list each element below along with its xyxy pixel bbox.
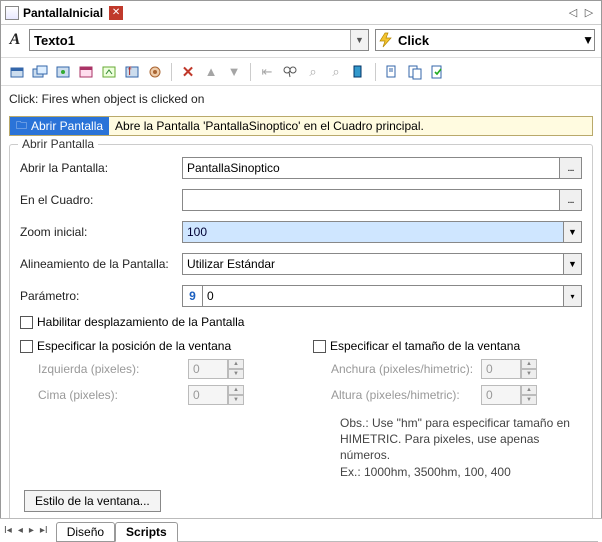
frame-browse-button[interactable]: ...	[560, 189, 582, 211]
top-label: Cima (pixeles):	[38, 388, 188, 402]
top-input	[188, 385, 228, 405]
specify-position-checkbox[interactable]	[20, 340, 33, 353]
tb-btn-7[interactable]	[145, 62, 165, 82]
action-description: Abre la Pantalla 'PantallaSinoptico' en …	[109, 119, 430, 133]
observation-text: Obs.: Use "hm" para especificar tamaño e…	[340, 415, 590, 480]
tab-scripts[interactable]: Scripts	[115, 522, 178, 542]
tb-btn-6[interactable]: f	[122, 62, 142, 82]
object-dropdown-button[interactable]: ▼	[350, 30, 368, 50]
zoom-dropdown-button[interactable]: ▼	[564, 221, 582, 243]
bookmark-button[interactable]	[349, 62, 369, 82]
specify-size-label: Especificar el tamaño de la ventana	[330, 339, 520, 353]
toolbar: f ✕ ▲ ▼ ⇤ ⌕ ⌕	[1, 58, 601, 86]
object-name-input[interactable]	[30, 30, 350, 50]
paste-button[interactable]	[405, 62, 425, 82]
indent-left-button: ⇤	[257, 62, 277, 82]
doc-icon	[5, 6, 19, 20]
width-spin-up: ▲	[521, 359, 537, 369]
window-style-button[interactable]: Estilo de la ventana...	[24, 490, 161, 512]
specify-position-label: Especificar la posición de la ventana	[37, 339, 231, 353]
close-tab-button[interactable]: ✕	[109, 6, 123, 20]
width-input	[481, 359, 521, 379]
param-label: Parámetro:	[20, 289, 182, 303]
window-title: PantallaInicial	[23, 6, 103, 20]
width-spin-down: ▼	[521, 369, 537, 379]
copy-button[interactable]	[382, 62, 402, 82]
open-screen-input[interactable]	[182, 157, 560, 179]
frame-input[interactable]	[182, 189, 560, 211]
event-hint: Click: Fires when object is clicked on	[1, 86, 601, 112]
align-input[interactable]	[182, 253, 564, 275]
zoom-label: Zoom inicial:	[20, 225, 182, 239]
delete-button[interactable]: ✕	[178, 62, 198, 82]
action-name: Abrir Pantalla	[31, 119, 103, 133]
top-spin-up: ▲	[228, 385, 244, 395]
height-label: Altura (pixeles/himetric):	[331, 388, 481, 402]
lightning-icon	[378, 32, 394, 48]
param-index: 9	[182, 285, 202, 307]
height-input	[481, 385, 521, 405]
height-spin-up: ▲	[521, 385, 537, 395]
tab-nav-next[interactable]: ▸	[29, 525, 34, 536]
tb-btn-4[interactable]	[76, 62, 96, 82]
next-tab-arrow[interactable]: ▷	[584, 6, 594, 19]
tab-design[interactable]: Diseño	[56, 522, 115, 542]
height-spin-down: ▼	[521, 395, 537, 405]
align-label: Alineamiento de la Pantalla:	[20, 257, 182, 271]
left-spin-up: ▲	[228, 359, 244, 369]
frame-label: En el Cuadro:	[20, 193, 182, 207]
event-selector[interactable]: Click ▼	[375, 29, 595, 51]
align-dropdown-button[interactable]: ▼	[564, 253, 582, 275]
object-type-icon: A	[7, 31, 23, 49]
prev-tab-arrow[interactable]: ◁	[568, 6, 578, 19]
left-label: Izquierda (pixeles):	[38, 362, 188, 376]
object-selector[interactable]: ▼	[29, 29, 369, 51]
specify-size-checkbox[interactable]	[313, 340, 326, 353]
param-input[interactable]	[202, 285, 564, 307]
group-title: Abrir Pantalla	[18, 137, 98, 151]
tab-nav-prev[interactable]: ◂	[18, 525, 23, 536]
open-screen-browse-button[interactable]: ...	[560, 157, 582, 179]
tb-btn-5[interactable]	[99, 62, 119, 82]
enable-scroll-label: Habilitar desplazamiento de la Pantalla	[37, 315, 244, 329]
event-dropdown-button[interactable]: ▼	[582, 33, 594, 47]
find-next-button: ⌕	[303, 62, 323, 82]
move-up-button: ▲	[201, 62, 221, 82]
width-label: Anchura (pixeles/himetric):	[331, 362, 481, 376]
find-button[interactable]	[280, 62, 300, 82]
enable-scroll-checkbox[interactable]	[20, 316, 33, 329]
left-input	[188, 359, 228, 379]
tb-btn-3[interactable]	[53, 62, 73, 82]
zoom-input[interactable]	[182, 221, 564, 243]
tb-btn-1[interactable]	[7, 62, 27, 82]
tab-nav-first[interactable]: I◂	[4, 525, 12, 536]
tb-btn-2[interactable]	[30, 62, 50, 82]
replace-button: ⌕	[326, 62, 346, 82]
event-name-label: Click	[396, 33, 582, 48]
folder-icon: 🗀	[16, 117, 27, 136]
validate-button[interactable]	[428, 62, 448, 82]
top-spin-down: ▼	[228, 395, 244, 405]
param-dropdown-button[interactable]: ▾	[564, 285, 582, 307]
left-spin-down: ▼	[228, 369, 244, 379]
tab-nav-last[interactable]: ▸I	[40, 525, 48, 536]
action-list-row[interactable]: 🗀 Abrir Pantalla Abre la Pantalla 'Panta…	[9, 116, 593, 136]
move-down-button: ▼	[224, 62, 244, 82]
open-screen-label: Abrir la Pantalla:	[20, 161, 182, 175]
